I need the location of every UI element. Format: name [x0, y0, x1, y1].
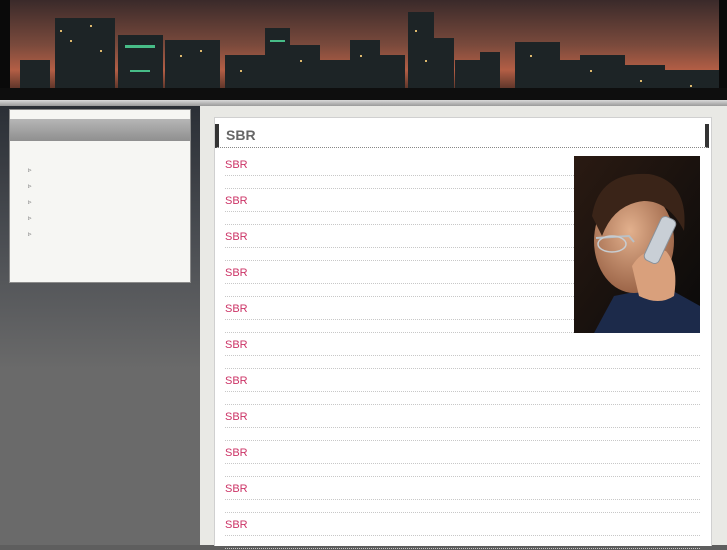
sidebar-menu: ▹ ▹ ▹ ▹ ▹ — [28, 162, 38, 242]
list-link[interactable]: SBR — [225, 195, 248, 207]
dotted-divider — [225, 391, 700, 392]
page-title: SBR — [226, 127, 256, 143]
sidebar-item[interactable]: ▹ — [28, 162, 38, 178]
list-item: SBR — [225, 406, 700, 442]
triangle-bullet-icon: ▹ — [28, 230, 32, 238]
dotted-divider — [225, 548, 700, 549]
list-link[interactable]: SBR — [225, 411, 248, 423]
section-title-bar: SBR — [215, 124, 709, 148]
dotted-divider — [225, 368, 700, 369]
dotted-divider — [225, 476, 700, 477]
list-link[interactable]: SBR — [225, 519, 248, 531]
list-link[interactable]: SBR — [225, 267, 248, 279]
sidebar-item[interactable]: ▹ — [28, 210, 38, 226]
header-banner — [0, 0, 727, 100]
dotted-divider — [225, 355, 700, 356]
triangle-bullet-icon: ▹ — [28, 182, 32, 190]
dotted-divider — [225, 427, 700, 428]
businessman-phone-image — [574, 156, 700, 333]
dotted-divider — [225, 512, 700, 513]
businessman-phone-photo — [574, 156, 700, 333]
sidebar-item[interactable]: ▹ — [28, 178, 38, 194]
dotted-divider — [225, 404, 700, 405]
sidebar-item[interactable]: ▹ — [28, 226, 38, 242]
sidebar-item[interactable]: ▹ — [28, 194, 38, 210]
list-item: SBR — [225, 478, 700, 514]
triangle-bullet-icon: ▹ — [28, 198, 32, 206]
list-link[interactable]: SBR — [225, 447, 248, 459]
dotted-divider — [225, 463, 700, 464]
list-link[interactable]: SBR — [225, 375, 248, 387]
city-skyline-image — [0, 0, 727, 100]
list-link[interactable]: SBR — [225, 303, 248, 315]
list-link[interactable]: SBR — [225, 483, 248, 495]
dotted-divider — [225, 499, 700, 500]
dotted-divider — [225, 440, 700, 441]
list-item: SBR — [225, 442, 700, 478]
sidebar: ▹ ▹ ▹ ▹ ▹ — [9, 109, 191, 283]
list-link[interactable]: SBR — [225, 231, 248, 243]
sidebar-header — [10, 119, 190, 141]
triangle-bullet-icon: ▹ — [28, 214, 32, 222]
list-item: SBR — [225, 370, 700, 406]
triangle-bullet-icon: ▹ — [28, 166, 32, 174]
list-link[interactable]: SBR — [225, 159, 248, 171]
list-link[interactable]: SBR — [225, 339, 248, 351]
list-item: SBR — [225, 334, 700, 370]
dotted-divider — [225, 535, 700, 536]
